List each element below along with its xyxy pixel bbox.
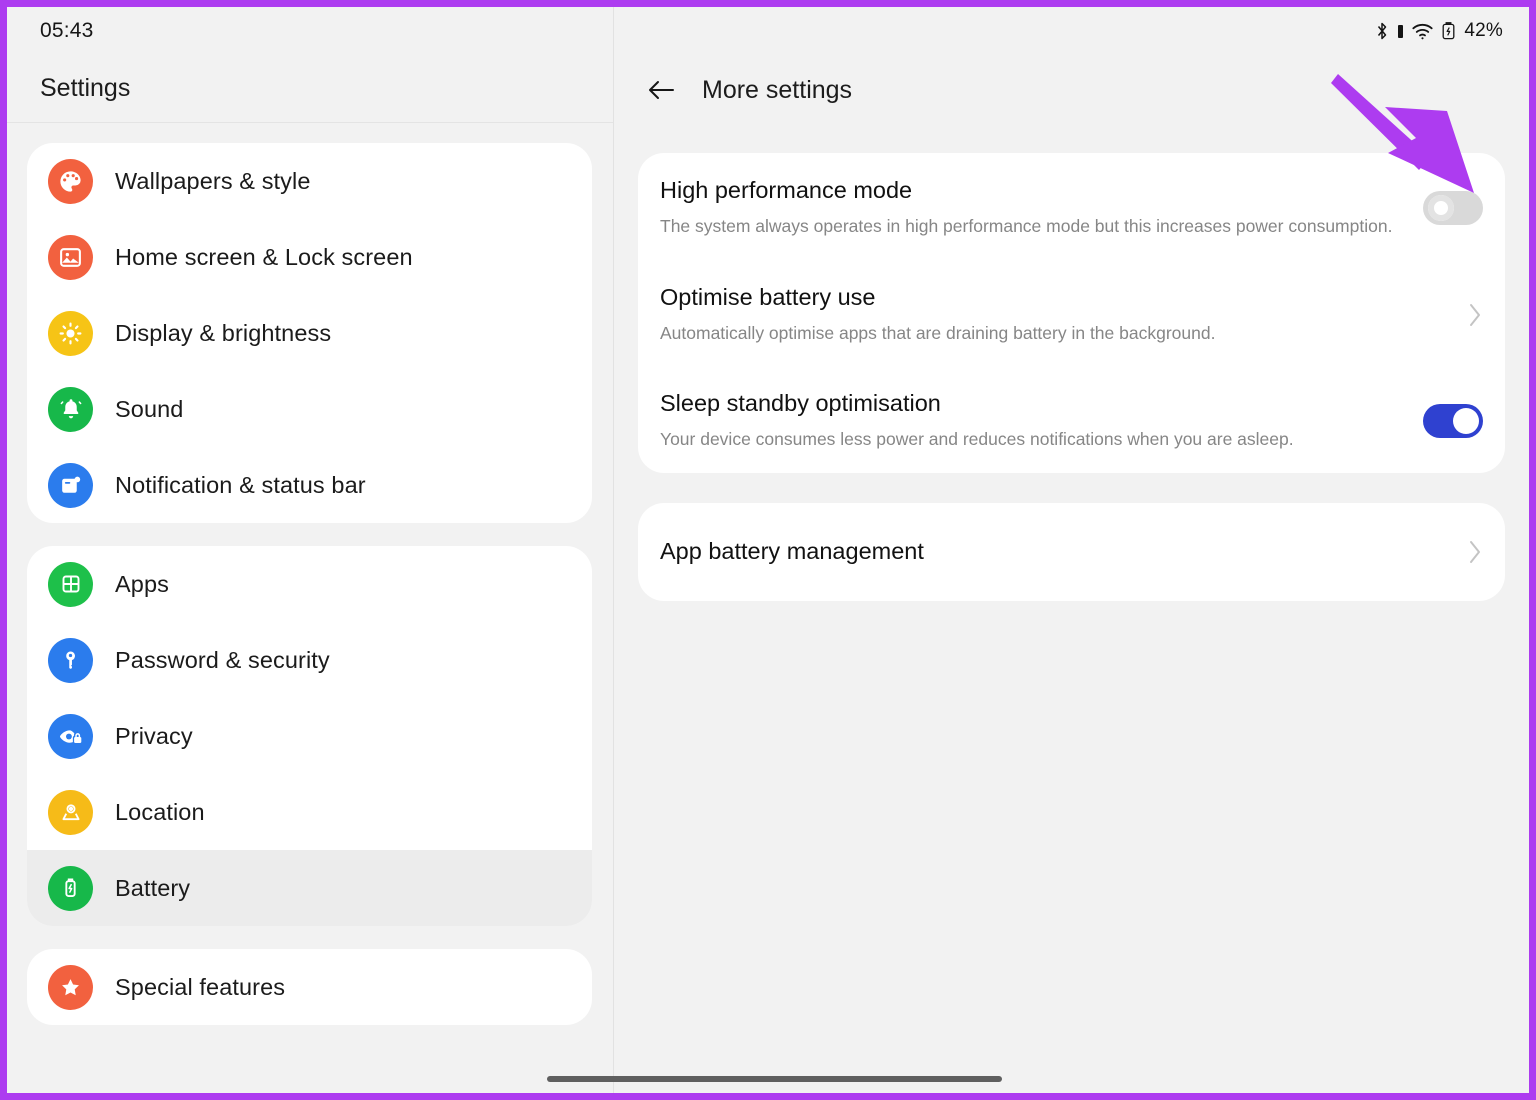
star-icon [48, 964, 93, 1010]
setting-control [1423, 404, 1483, 439]
status-bar-right: 42% [614, 7, 1529, 55]
bell-icon [48, 386, 93, 432]
setting-description: Automatically optimise apps that are dra… [660, 322, 1216, 343]
setting-row-optimise-battery-use[interactable]: Optimise battery use Automatically optim… [660, 260, 1483, 367]
key-icon [48, 637, 93, 683]
sidebar-item-label: Password & security [115, 646, 330, 673]
detail-content: High performance mode The system always … [614, 125, 1529, 602]
sidebar-item-password-and-security[interactable]: Password & security [27, 622, 592, 698]
battery-status-icon [1441, 21, 1456, 41]
setting-title: Optimise battery use [660, 283, 876, 310]
device-screenshot-frame: 05:43 Settings Wallpapers & style Home s… [0, 0, 1536, 1100]
setting-row-app-battery-management[interactable]: App battery management [660, 503, 1483, 601]
sidebar-item-label: Notification & status bar [115, 471, 366, 498]
eye-lock-icon [48, 713, 93, 759]
sidebar-item-special-features[interactable]: Special features [27, 949, 592, 1025]
sidebar-scroll-area[interactable]: Wallpapers & style Home screen & Lock sc… [7, 123, 613, 1092]
setting-title: Sleep standby optimisation [660, 390, 941, 417]
detail-page-title: More settings [702, 75, 853, 104]
sidebar-item-wallpapers-and-style[interactable]: Wallpapers & style [27, 143, 592, 219]
sidebar-item-battery[interactable]: Battery [27, 850, 592, 926]
sidebar-group-2: Apps Password & security Privacy Locatio… [27, 546, 592, 926]
palette-icon [48, 158, 93, 204]
sleep-standby-optimisation-toggle[interactable] [1423, 404, 1483, 439]
sidebar-item-label: Privacy [115, 722, 193, 749]
battery-icon [48, 865, 93, 911]
setting-control [1467, 301, 1483, 329]
setting-title: High performance mode [660, 177, 913, 203]
sidebar-item-label: Location [115, 798, 205, 825]
sidebar-item-label: Wallpapers & style [115, 167, 311, 194]
sidebar-item-notification-and-status-bar[interactable]: Notification & status bar [27, 447, 592, 523]
bluetooth-icon [1375, 21, 1390, 41]
sidebar-item-label: Sound [115, 395, 184, 422]
app-battery-management-card: App battery management [638, 503, 1505, 602]
image-icon [48, 234, 93, 280]
sidebar-item-apps[interactable]: Apps [27, 546, 592, 622]
setting-row-sleep-standby-optimisation[interactable]: Sleep standby optimisation Your device c… [660, 366, 1483, 473]
setting-text: High performance mode The system always … [660, 177, 1423, 238]
setting-text: Optimise battery use Automatically optim… [660, 283, 1467, 345]
page-title: Settings [40, 74, 131, 102]
chevron-right-icon[interactable] [1467, 538, 1483, 566]
sidebar-item-location[interactable]: Location [27, 774, 592, 850]
chevron-right-icon[interactable] [1467, 301, 1483, 329]
sidebar-item-sound[interactable]: Sound [27, 371, 592, 447]
sidebar-item-label: Apps [115, 570, 169, 597]
setting-text: Sleep standby optimisation Your device c… [660, 391, 1423, 451]
sidebar-item-label: Battery [115, 874, 191, 901]
sidebar-group-3: Special features [27, 949, 592, 1025]
toggle-knob [1428, 194, 1454, 221]
sidebar-item-label: Display & brightness [115, 319, 332, 346]
battery-settings-card: High performance mode The system always … [638, 153, 1505, 474]
setting-description: Your device consumes less power and redu… [660, 429, 1294, 450]
battery-percent-label: 42% [1464, 20, 1503, 41]
sidebar-item-label: Special features [115, 973, 286, 1000]
status-bar-clock: 05:43 [40, 19, 94, 42]
wifi-icon [1411, 21, 1434, 41]
location-icon [48, 789, 93, 835]
setting-description: The system always operates in high perfo… [660, 215, 1393, 236]
gesture-navigation-bar[interactable] [547, 1076, 1002, 1082]
setting-row-high-performance-mode[interactable]: High performance mode The system always … [660, 153, 1483, 260]
sidebar-group-1: Wallpapers & style Home screen & Lock sc… [27, 143, 592, 523]
grid-icon [48, 561, 93, 607]
toggle-knob [1453, 408, 1479, 435]
back-arrow-icon[interactable] [641, 70, 681, 110]
sidebar-item-home-screen-and-lock-screen[interactable]: Home screen & Lock screen [27, 219, 592, 295]
settings-sidebar-panel: 05:43 Settings Wallpapers & style Home s… [7, 7, 614, 1093]
settings-detail-panel: 42% More settings High performance mode … [614, 7, 1529, 1093]
signal-bar-icon [1397, 21, 1404, 41]
setting-control [1467, 538, 1483, 566]
notification-icon [48, 462, 93, 508]
high-performance-mode-toggle[interactable] [1423, 190, 1483, 225]
detail-header: More settings [614, 55, 1529, 125]
sidebar-item-display-and-brightness[interactable]: Display & brightness [27, 295, 592, 371]
sidebar-item-privacy[interactable]: Privacy [27, 698, 592, 774]
setting-title: App battery management [660, 538, 924, 565]
setting-control [1423, 190, 1483, 225]
status-bar-left: 05:43 [7, 7, 613, 55]
tablet-settings-app: 05:43 Settings Wallpapers & style Home s… [7, 7, 1529, 1093]
setting-text: App battery management [660, 538, 1467, 565]
sidebar-item-label: Home screen & Lock screen [115, 243, 413, 270]
sun-icon [48, 310, 93, 356]
sidebar-header: Settings [7, 55, 613, 123]
